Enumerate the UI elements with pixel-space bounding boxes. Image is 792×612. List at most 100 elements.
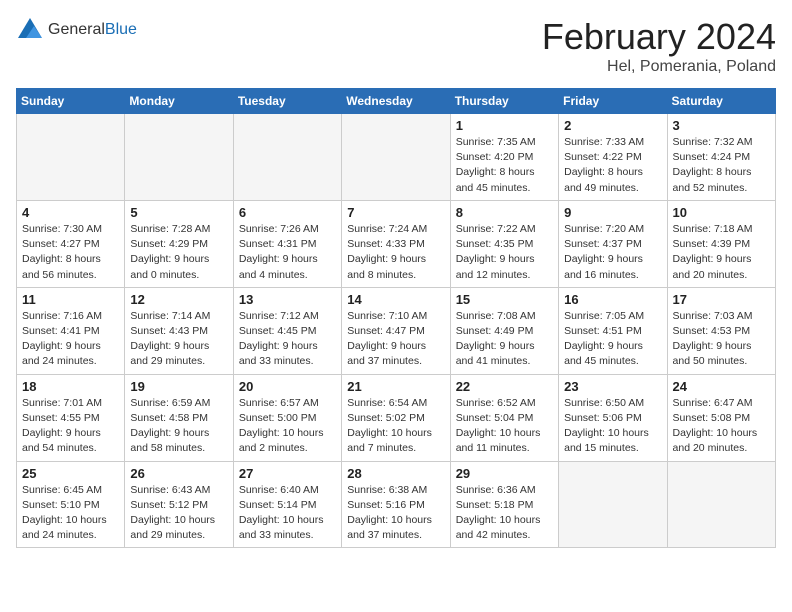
calendar-title: February 2024 bbox=[542, 16, 776, 58]
day-number: 9 bbox=[564, 205, 661, 220]
day-number: 22 bbox=[456, 379, 553, 394]
weekday-header-monday: Monday bbox=[125, 89, 233, 114]
calendar-cell: 9 Sunrise: 7:20 AMSunset: 4:37 PMDaylight… bbox=[559, 200, 667, 287]
day-info: Sunrise: 7:28 AMSunset: 4:29 PMDaylight:… bbox=[130, 222, 227, 283]
day-info: Sunrise: 6:40 AMSunset: 5:14 PMDaylight:… bbox=[239, 483, 336, 544]
calendar-cell: 16 Sunrise: 7:05 AMSunset: 4:51 PMDayligh… bbox=[559, 287, 667, 374]
day-info: Sunrise: 6:52 AMSunset: 5:04 PMDaylight:… bbox=[456, 396, 553, 457]
calendar-cell: 7 Sunrise: 7:24 AMSunset: 4:33 PMDaylight… bbox=[342, 200, 450, 287]
day-number: 20 bbox=[239, 379, 336, 394]
calendar-cell: 4 Sunrise: 7:30 AMSunset: 4:27 PMDaylight… bbox=[17, 200, 125, 287]
weekday-header-friday: Friday bbox=[559, 89, 667, 114]
day-number: 19 bbox=[130, 379, 227, 394]
day-info: Sunrise: 6:59 AMSunset: 4:58 PMDaylight:… bbox=[130, 396, 227, 457]
day-info: Sunrise: 7:24 AMSunset: 4:33 PMDaylight:… bbox=[347, 222, 444, 283]
calendar-cell: 5 Sunrise: 7:28 AMSunset: 4:29 PMDaylight… bbox=[125, 200, 233, 287]
calendar-week-row: 25 Sunrise: 6:45 AMSunset: 5:10 PMDayligh… bbox=[17, 461, 776, 548]
calendar-cell: 20Sunrise: 6:57 AMSunset: 5:00 PMDayligh… bbox=[233, 374, 341, 461]
day-number: 5 bbox=[130, 205, 227, 220]
day-number: 12 bbox=[130, 292, 227, 307]
day-info: Sunrise: 7:20 AMSunset: 4:37 PMDaylight:… bbox=[564, 222, 661, 283]
calendar-table: SundayMondayTuesdayWednesdayThursdayFrid… bbox=[16, 88, 776, 548]
calendar-cell: 24 Sunrise: 6:47 AMSunset: 5:08 PMDayligh… bbox=[667, 374, 775, 461]
day-info: Sunrise: 6:36 AMSunset: 5:18 PMDaylight:… bbox=[456, 483, 553, 544]
day-info: Sunrise: 6:47 AMSunset: 5:08 PMDaylight:… bbox=[673, 396, 770, 457]
weekday-header-saturday: Saturday bbox=[667, 89, 775, 114]
calendar-cell: 18Sunrise: 7:01 AMSunset: 4:55 PMDayligh… bbox=[17, 374, 125, 461]
day-info: Sunrise: 7:12 AMSunset: 4:45 PMDaylight:… bbox=[239, 309, 336, 370]
day-info: Sunrise: 7:22 AMSunset: 4:35 PMDaylight:… bbox=[456, 222, 553, 283]
day-info: Sunrise: 6:45 AMSunset: 5:10 PMDaylight:… bbox=[22, 483, 119, 544]
calendar-week-row: 18Sunrise: 7:01 AMSunset: 4:55 PMDayligh… bbox=[17, 374, 776, 461]
day-number: 17 bbox=[673, 292, 770, 307]
calendar-cell: 8 Sunrise: 7:22 AMSunset: 4:35 PMDaylight… bbox=[450, 200, 558, 287]
calendar-cell: 17 Sunrise: 7:03 AMSunset: 4:53 PMDayligh… bbox=[667, 287, 775, 374]
calendar-week-row: 1 Sunrise: 7:35 AMSunset: 4:20 PMDaylight… bbox=[17, 114, 776, 201]
logo: GeneralBlue bbox=[16, 16, 137, 44]
calendar-cell: 3Sunrise: 7:32 AMSunset: 4:24 PMDaylight… bbox=[667, 114, 775, 201]
day-info: Sunrise: 7:33 AMSunset: 4:22 PMDaylight:… bbox=[564, 135, 661, 196]
day-number: 1 bbox=[456, 118, 553, 133]
day-number: 25 bbox=[22, 466, 119, 481]
calendar-subtitle: Hel, Pomerania, Poland bbox=[542, 58, 776, 76]
calendar-cell: 10 Sunrise: 7:18 AMSunset: 4:39 PMDayligh… bbox=[667, 200, 775, 287]
calendar-cell: 13 Sunrise: 7:12 AMSunset: 4:45 PMDayligh… bbox=[233, 287, 341, 374]
calendar-cell: 23 Sunrise: 6:50 AMSunset: 5:06 PMDayligh… bbox=[559, 374, 667, 461]
logo-icon bbox=[16, 16, 44, 44]
calendar-cell: 6 Sunrise: 7:26 AMSunset: 4:31 PMDaylight… bbox=[233, 200, 341, 287]
day-number: 8 bbox=[456, 205, 553, 220]
calendar-cell bbox=[667, 461, 775, 548]
day-number: 21 bbox=[347, 379, 444, 394]
logo-blue-text: Blue bbox=[105, 21, 137, 38]
calendar-cell: 22 Sunrise: 6:52 AMSunset: 5:04 PMDayligh… bbox=[450, 374, 558, 461]
day-number: 10 bbox=[673, 205, 770, 220]
day-number: 29 bbox=[456, 466, 553, 481]
calendar-cell: 25 Sunrise: 6:45 AMSunset: 5:10 PMDayligh… bbox=[17, 461, 125, 548]
day-number: 14 bbox=[347, 292, 444, 307]
day-info: Sunrise: 6:38 AMSunset: 5:16 PMDaylight:… bbox=[347, 483, 444, 544]
calendar-week-row: 11 Sunrise: 7:16 AMSunset: 4:41 PMDayligh… bbox=[17, 287, 776, 374]
day-info: Sunrise: 7:30 AMSunset: 4:27 PMDaylight:… bbox=[22, 222, 119, 283]
day-info: Sunrise: 7:01 AMSunset: 4:55 PMDaylight:… bbox=[22, 396, 119, 457]
day-number: 3 bbox=[673, 118, 770, 133]
calendar-cell: 26Sunrise: 6:43 AMSunset: 5:12 PMDayligh… bbox=[125, 461, 233, 548]
day-info: Sunrise: 7:05 AMSunset: 4:51 PMDaylight:… bbox=[564, 309, 661, 370]
day-number: 6 bbox=[239, 205, 336, 220]
day-info: Sunrise: 7:35 AMSunset: 4:20 PMDaylight:… bbox=[456, 135, 553, 196]
day-number: 24 bbox=[673, 379, 770, 394]
calendar-cell: 19 Sunrise: 6:59 AMSunset: 4:58 PMDayligh… bbox=[125, 374, 233, 461]
day-number: 28 bbox=[347, 466, 444, 481]
day-number: 11 bbox=[22, 292, 119, 307]
day-info: Sunrise: 6:50 AMSunset: 5:06 PMDaylight:… bbox=[564, 396, 661, 457]
calendar-week-row: 4 Sunrise: 7:30 AMSunset: 4:27 PMDaylight… bbox=[17, 200, 776, 287]
calendar-cell bbox=[233, 114, 341, 201]
calendar-cell: 12 Sunrise: 7:14 AMSunset: 4:43 PMDayligh… bbox=[125, 287, 233, 374]
calendar-cell: 2 Sunrise: 7:33 AMSunset: 4:22 PMDaylight… bbox=[559, 114, 667, 201]
calendar-cell: 28 Sunrise: 6:38 AMSunset: 5:16 PMDayligh… bbox=[342, 461, 450, 548]
weekday-header-wednesday: Wednesday bbox=[342, 89, 450, 114]
day-number: 23 bbox=[564, 379, 661, 394]
day-info: Sunrise: 7:14 AMSunset: 4:43 PMDaylight:… bbox=[130, 309, 227, 370]
day-number: 13 bbox=[239, 292, 336, 307]
day-number: 2 bbox=[564, 118, 661, 133]
calendar-cell bbox=[342, 114, 450, 201]
day-number: 16 bbox=[564, 292, 661, 307]
day-info: Sunrise: 7:08 AMSunset: 4:49 PMDaylight:… bbox=[456, 309, 553, 370]
calendar-cell: 27 Sunrise: 6:40 AMSunset: 5:14 PMDayligh… bbox=[233, 461, 341, 548]
calendar-cell: 15Sunrise: 7:08 AMSunset: 4:49 PMDayligh… bbox=[450, 287, 558, 374]
day-info: Sunrise: 7:10 AMSunset: 4:47 PMDaylight:… bbox=[347, 309, 444, 370]
calendar-cell: 1 Sunrise: 7:35 AMSunset: 4:20 PMDaylight… bbox=[450, 114, 558, 201]
day-info: Sunrise: 7:18 AMSunset: 4:39 PMDaylight:… bbox=[673, 222, 770, 283]
calendar-cell bbox=[125, 114, 233, 201]
day-number: 27 bbox=[239, 466, 336, 481]
day-number: 4 bbox=[22, 205, 119, 220]
day-info: Sunrise: 7:16 AMSunset: 4:41 PMDaylight:… bbox=[22, 309, 119, 370]
calendar-cell: 11 Sunrise: 7:16 AMSunset: 4:41 PMDayligh… bbox=[17, 287, 125, 374]
logo-general-text: General bbox=[48, 21, 105, 38]
day-info: Sunrise: 7:03 AMSunset: 4:53 PMDaylight:… bbox=[673, 309, 770, 370]
weekday-header-tuesday: Tuesday bbox=[233, 89, 341, 114]
calendar-cell: 14 Sunrise: 7:10 AMSunset: 4:47 PMDayligh… bbox=[342, 287, 450, 374]
calendar-cell bbox=[559, 461, 667, 548]
day-number: 7 bbox=[347, 205, 444, 220]
day-info: Sunrise: 7:26 AMSunset: 4:31 PMDaylight:… bbox=[239, 222, 336, 283]
